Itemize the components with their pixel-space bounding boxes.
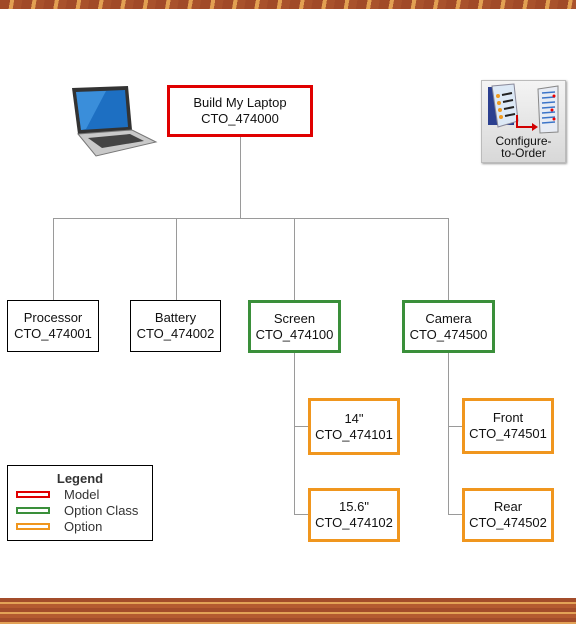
legend-swatch	[16, 506, 50, 514]
legend-swatch	[16, 490, 50, 498]
connector	[448, 353, 449, 515]
node-name: 15.6"	[339, 499, 369, 514]
cto-label-line2: to-Order	[501, 146, 546, 160]
connector	[240, 137, 241, 219]
node-name: Front	[492, 410, 524, 425]
top-wood-banner	[0, 0, 576, 9]
node-code: CTO_474500	[409, 326, 488, 342]
node-name: Build My Laptop	[193, 95, 287, 110]
connector	[294, 514, 308, 515]
node-name: Camera	[425, 310, 472, 326]
model-node[interactable]: Build My Laptop CTO_474000	[167, 85, 313, 137]
option-node-14[interactable]: 14" CTO_474101	[308, 398, 400, 455]
connector	[53, 218, 54, 300]
connector	[294, 218, 295, 300]
node-code: CTO_474002	[136, 326, 215, 341]
option-class-node-camera[interactable]: Camera CTO_474500	[402, 300, 495, 353]
option-node-front[interactable]: Front CTO_474501	[462, 398, 554, 454]
item-node-battery[interactable]: Battery CTO_474002	[130, 300, 221, 352]
legend-label: Option	[64, 518, 103, 534]
node-code: CTO_474001	[14, 326, 92, 341]
node-name: 14"	[344, 410, 364, 426]
legend-swatch	[16, 522, 50, 530]
node-name: Rear	[493, 499, 523, 514]
configure-to-order-button[interactable]: Configure- to-Order	[481, 80, 566, 163]
laptop-icon	[72, 86, 158, 157]
option-class-node-screen[interactable]: Screen CTO_474100	[248, 300, 341, 353]
connector	[176, 218, 177, 300]
node-code: CTO_474102	[315, 515, 393, 530]
checklist-document-icon	[488, 83, 559, 134]
connector	[294, 353, 295, 515]
connector	[448, 514, 462, 515]
legend-entry-model: Model	[16, 486, 152, 502]
item-node-processor[interactable]: Processor CTO_474001	[7, 300, 99, 352]
node-code: CTO_474100	[255, 326, 334, 342]
node-code: CTO_474000	[201, 111, 279, 126]
legend-entry-option-class: Option Class	[16, 502, 152, 518]
node-name: Battery	[154, 310, 197, 325]
option-node-rear[interactable]: Rear CTO_474502	[462, 488, 554, 542]
node-code: CTO_474501	[469, 426, 547, 441]
connector	[448, 218, 449, 300]
legend-title: Legend	[56, 471, 104, 486]
option-node-15-6[interactable]: 15.6" CTO_474102	[308, 488, 400, 542]
node-code: CTO_474502	[469, 515, 547, 530]
legend-entry-option: Option	[16, 518, 152, 534]
connector	[448, 426, 462, 427]
connector	[294, 426, 308, 427]
legend-label: Option Class	[64, 502, 139, 518]
legend: Legend Model Option Class Option	[7, 465, 153, 541]
bottom-wood-banner	[0, 598, 576, 624]
connector	[53, 218, 449, 219]
node-name: Screen	[273, 310, 316, 326]
legend-label: Model	[64, 486, 100, 502]
node-code: CTO_474101	[315, 426, 393, 442]
node-name: Processor	[23, 310, 83, 325]
